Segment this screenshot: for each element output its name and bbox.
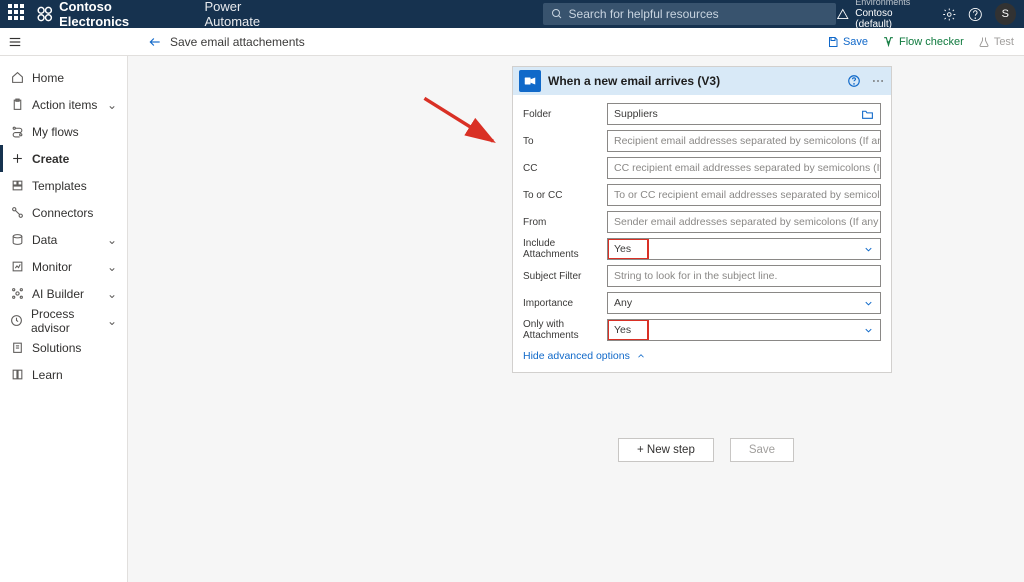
home-icon [10,71,24,85]
help-icon[interactable] [968,7,983,22]
env-name: Contoso (default) [855,8,892,30]
nav-process-advisor[interactable]: Process advisor⌄ [0,307,127,334]
flow-name: Save email attachements [170,35,305,49]
nav-templates[interactable]: Templates [0,172,127,199]
folder-input[interactable]: Suppliers [607,103,881,125]
learn-icon [10,368,24,382]
cc-input[interactable]: CC recipient email addresses separated b… [607,157,881,179]
chevron-down-icon [863,325,874,336]
app-name[interactable]: Power Automate [204,0,297,29]
nav-create[interactable]: Create [0,145,127,172]
nav-action-items[interactable]: Action items⌄ [0,91,127,118]
nav-toggle-icon[interactable] [0,35,30,49]
chevron-down-icon: ⌄ [107,314,117,328]
flask-icon [978,36,990,48]
from-input[interactable]: Sender email addresses separated by semi… [607,211,881,233]
chevron-down-icon: ⌄ [107,287,117,301]
field-label: Only with Attachments [523,319,607,341]
plus-icon [10,152,24,166]
templates-icon [10,179,24,193]
left-nav: Home Action items⌄ My flows Create Templ… [0,56,128,582]
process-icon [10,314,23,328]
brand-name[interactable]: Contoso Electronics [59,0,182,29]
to-input[interactable]: Recipient email addresses separated by s… [607,130,881,152]
trigger-card: When a new email arrives (V3) Folder Sup… [512,66,892,373]
nav-home[interactable]: Home [0,64,127,91]
only-attachments-select[interactable]: Yes [607,319,881,341]
chevron-down-icon [863,298,874,309]
ai-icon [10,287,24,301]
hide-advanced-link[interactable]: Hide advanced options [523,346,881,368]
nav-connectors[interactable]: Connectors [0,199,127,226]
back-arrow-icon[interactable] [148,35,162,49]
user-avatar[interactable]: S [995,3,1016,25]
designer-canvas: When a new email arrives (V3) Folder Sup… [128,56,1024,582]
chevron-down-icon: ⌄ [107,260,117,274]
include-attachments-select[interactable]: Yes [607,238,881,260]
search-icon [551,8,563,20]
search-input[interactable]: Search for helpful resources [543,3,836,25]
folder-picker-icon[interactable] [861,108,874,121]
tocc-input[interactable]: To or CC recipient email addresses separ… [607,184,881,206]
field-label: CC [523,163,607,174]
search-placeholder: Search for helpful resources [569,7,719,21]
connectors-icon [10,206,24,220]
chevron-down-icon [863,244,874,255]
subject-input[interactable]: String to look for in the subject line. [607,265,881,287]
field-label: Subject Filter [523,271,607,282]
flow-checker-icon [882,35,895,48]
nav-monitor[interactable]: Monitor⌄ [0,253,127,280]
help-icon[interactable] [847,74,861,88]
nav-data[interactable]: Data⌄ [0,226,127,253]
suite-header: Contoso Electronics Power Automate Searc… [0,0,1024,28]
new-step-button[interactable]: + New step [618,438,714,462]
clipboard-icon [10,98,24,112]
field-label: To or CC [523,190,607,201]
chevron-up-icon [636,351,646,361]
nav-solutions[interactable]: Solutions [0,334,127,361]
card-header[interactable]: When a new email arrives (V3) [513,67,891,95]
importance-select[interactable]: Any [607,292,881,314]
save-icon [827,36,839,48]
field-label: Folder [523,109,607,120]
nav-ai-builder[interactable]: AI Builder⌄ [0,280,127,307]
monitor-icon [10,260,24,274]
outlook-icon [519,70,541,92]
chevron-down-icon: ⌄ [107,233,117,247]
nav-my-flows[interactable]: My flows [0,118,127,145]
environment-picker[interactable]: Environments Contoso (default) [836,0,930,30]
env-label: Environments [855,0,929,8]
environment-icon [836,7,850,21]
command-bar: Save email attachements Save Flow checke… [0,28,1024,56]
field-label: Importance [523,298,607,309]
field-label: To [523,136,607,147]
save-button[interactable]: Save [827,35,868,48]
flows-icon [10,125,24,139]
brand-logo-icon [36,5,54,23]
solutions-icon [10,341,24,355]
app-launcher-icon[interactable] [8,4,28,24]
data-icon [10,233,24,247]
annotation-arrow [418,94,508,157]
chevron-down-icon: ⌄ [107,98,117,112]
test-button[interactable]: Test [978,35,1014,48]
flow-checker-button[interactable]: Flow checker [882,35,964,48]
field-label: From [523,217,607,228]
field-label: Include Attachments [523,238,607,260]
card-title: When a new email arrives (V3) [548,74,720,88]
settings-icon[interactable] [942,7,957,22]
save-flow-button[interactable]: Save [730,438,794,462]
more-icon[interactable] [871,74,885,88]
nav-learn[interactable]: Learn [0,361,127,388]
